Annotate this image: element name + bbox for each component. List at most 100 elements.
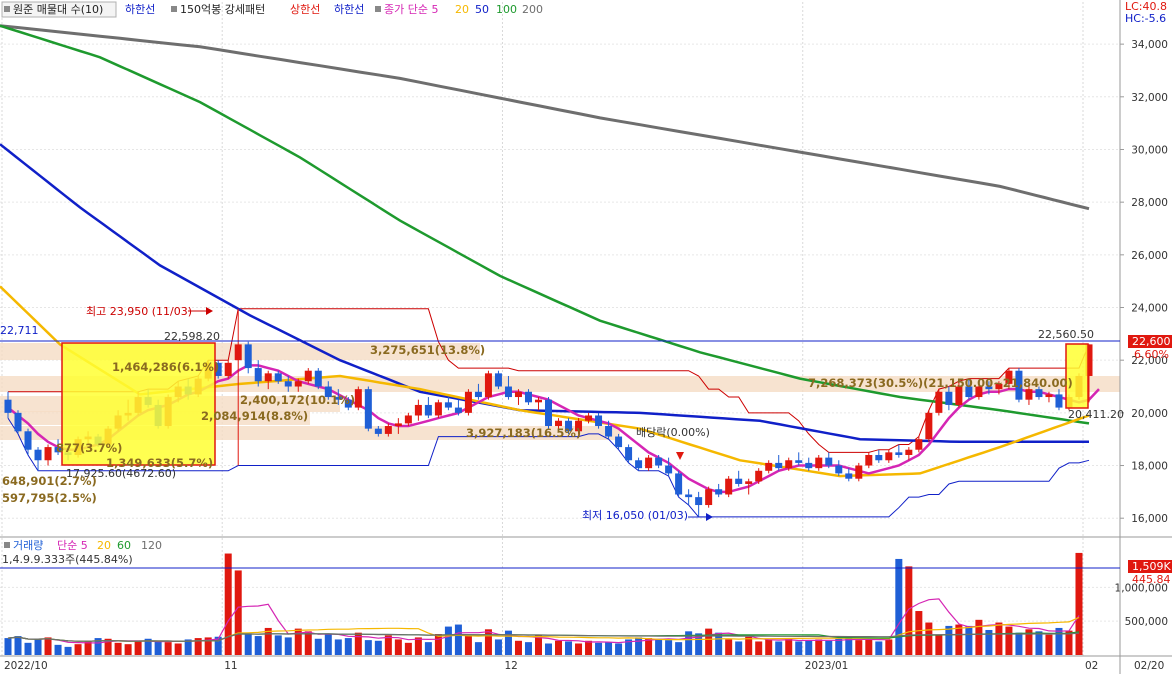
- candle-body[interactable]: [605, 426, 613, 437]
- volume-bar[interactable]: [955, 624, 963, 655]
- volume-bar[interactable]: [1045, 634, 1053, 655]
- volume-legend-title[interactable]: 거래량: [13, 539, 43, 552]
- volume-bar[interactable]: [4, 638, 12, 655]
- volume-bar[interactable]: [464, 636, 472, 655]
- volume-bar[interactable]: [124, 644, 132, 655]
- volume-bar[interactable]: [805, 640, 813, 655]
- volume-bar[interactable]: [705, 628, 713, 655]
- candle-body[interactable]: [244, 344, 252, 369]
- candle-body[interactable]: [795, 460, 803, 463]
- legend-item-5[interactable]: 종가 단순 5: [384, 3, 438, 16]
- volume-bar[interactable]: [595, 642, 603, 655]
- volume-bar[interactable]: [655, 638, 663, 655]
- volume-bar[interactable]: [454, 624, 462, 655]
- volume-legend-ma5[interactable]: 단순 5: [57, 539, 88, 552]
- candle-body[interactable]: [925, 412, 933, 440]
- legend-ma50[interactable]: 50: [475, 3, 489, 16]
- volume-bar[interactable]: [154, 641, 162, 655]
- candle-body[interactable]: [394, 423, 402, 427]
- candle-body[interactable]: [685, 494, 693, 498]
- volume-bar[interactable]: [344, 638, 352, 655]
- legend-item-2[interactable]: 150억봉 강세패턴: [180, 3, 265, 16]
- volume-bar[interactable]: [524, 642, 532, 655]
- candle-body[interactable]: [434, 402, 442, 416]
- volume-bar[interactable]: [665, 640, 673, 655]
- volume-bar[interactable]: [905, 566, 913, 655]
- candle-body[interactable]: [655, 457, 663, 466]
- candle-body[interactable]: [865, 454, 873, 466]
- volume-bar[interactable]: [885, 639, 893, 655]
- volume-bar[interactable]: [514, 640, 522, 655]
- candle-body[interactable]: [264, 373, 272, 382]
- volume-bar[interactable]: [915, 611, 923, 655]
- candle-body[interactable]: [224, 362, 232, 376]
- candle-body[interactable]: [765, 462, 773, 471]
- volume-bar[interactable]: [174, 643, 182, 656]
- volume-bar[interactable]: [555, 640, 563, 655]
- candle-body[interactable]: [384, 426, 392, 434]
- candle-body[interactable]: [665, 465, 673, 474]
- candle-body[interactable]: [294, 381, 302, 387]
- candle-body[interactable]: [504, 386, 512, 398]
- volume-bar[interactable]: [725, 639, 733, 655]
- volume-bar[interactable]: [1055, 627, 1063, 655]
- volume-bar[interactable]: [775, 641, 783, 655]
- candle-body[interactable]: [514, 391, 522, 398]
- volume-bar[interactable]: [735, 641, 743, 655]
- volume-bar[interactable]: [234, 570, 242, 655]
- candle-body[interactable]: [4, 399, 12, 413]
- candle-body[interactable]: [484, 373, 492, 398]
- candle-body[interactable]: [524, 391, 532, 403]
- volume-bar[interactable]: [544, 643, 553, 656]
- volume-bar[interactable]: [815, 639, 823, 655]
- candle-body[interactable]: [645, 457, 653, 469]
- volume-bar[interactable]: [284, 637, 292, 655]
- volume-bar[interactable]: [394, 639, 402, 655]
- candle-body[interactable]: [494, 373, 502, 387]
- candle-body[interactable]: [414, 404, 422, 416]
- volume-bar[interactable]: [414, 637, 422, 655]
- candle-body[interactable]: [725, 478, 733, 495]
- volume-bar[interactable]: [935, 635, 943, 655]
- candle-body[interactable]: [254, 368, 262, 382]
- candle-body[interactable]: [34, 449, 42, 461]
- legend-ma100[interactable]: 100: [496, 3, 517, 16]
- volume-bar[interactable]: [374, 640, 382, 655]
- volume-bar[interactable]: [565, 641, 573, 655]
- volume-bar[interactable]: [54, 644, 62, 655]
- candle-body[interactable]: [945, 391, 953, 405]
- volume-bar[interactable]: [254, 636, 262, 655]
- candle-body[interactable]: [304, 370, 312, 382]
- volume-bar[interactable]: [865, 639, 873, 655]
- volume-bar[interactable]: [304, 631, 312, 655]
- volume-bar[interactable]: [244, 633, 252, 655]
- volume-bar[interactable]: [945, 625, 953, 655]
- candle-body[interactable]: [284, 381, 292, 387]
- volume-bar[interactable]: [134, 640, 142, 655]
- candle-body[interactable]: [364, 389, 372, 429]
- candle-body[interactable]: [1045, 394, 1053, 398]
- volume-bar[interactable]: [575, 643, 583, 656]
- candle-body[interactable]: [785, 460, 793, 469]
- volume-bar[interactable]: [434, 634, 442, 655]
- candle-body[interactable]: [44, 447, 52, 461]
- volume-bar[interactable]: [364, 640, 372, 655]
- volume-bar[interactable]: [324, 634, 332, 655]
- volume-bar[interactable]: [384, 635, 392, 655]
- volume-bar[interactable]: [64, 646, 72, 655]
- candle-body[interactable]: [544, 399, 553, 427]
- candle-body[interactable]: [675, 473, 683, 495]
- volume-bar[interactable]: [14, 636, 22, 655]
- volume-bar[interactable]: [855, 640, 863, 655]
- candle-body[interactable]: [464, 391, 472, 413]
- chart-canvas[interactable]: 16,00018,00020,00022,00024,00026,00028,0…: [0, 0, 1172, 674]
- volume-bar[interactable]: [635, 637, 643, 655]
- volume-bar[interactable]: [484, 629, 492, 655]
- candle-body[interactable]: [915, 439, 923, 450]
- volume-bar[interactable]: [314, 638, 322, 655]
- candle-body[interactable]: [885, 452, 893, 461]
- candle-body[interactable]: [895, 452, 903, 455]
- candle-body[interactable]: [274, 373, 282, 382]
- volume-legend-ma20[interactable]: 20: [97, 539, 111, 552]
- candle-body[interactable]: [585, 415, 593, 421]
